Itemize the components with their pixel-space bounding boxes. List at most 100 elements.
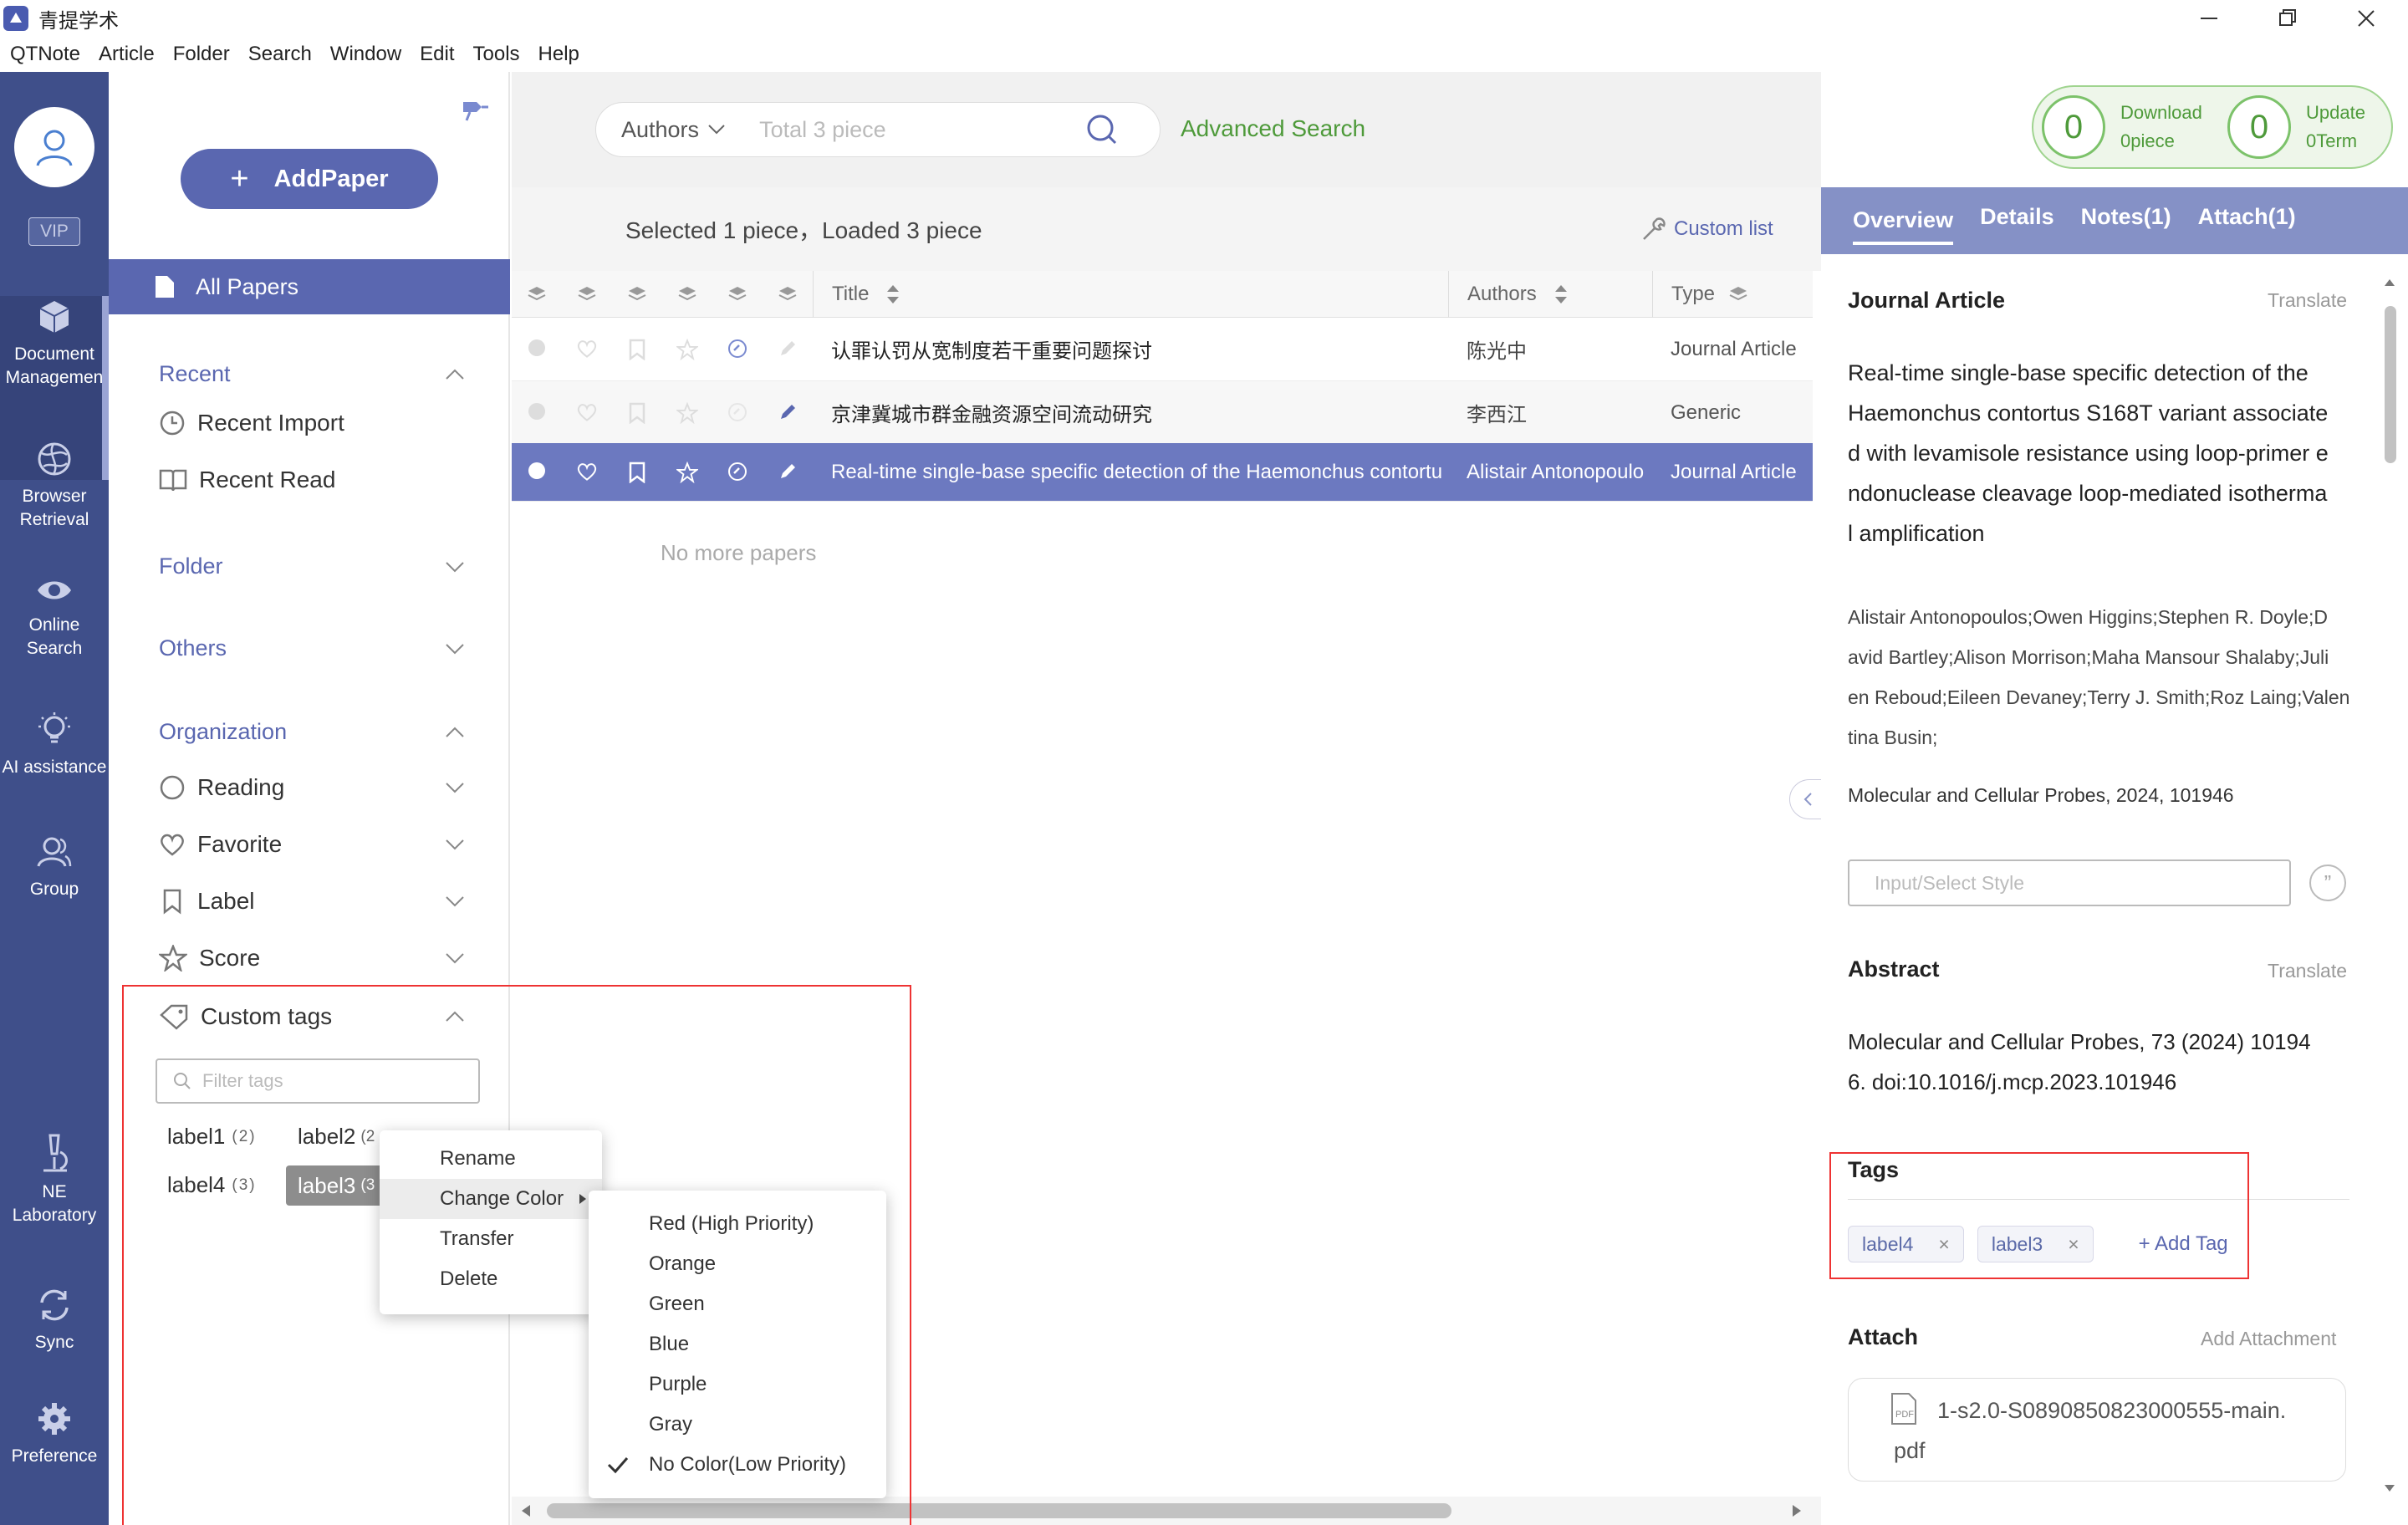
menu-edit[interactable]: Edit [420,43,454,66]
table-row[interactable]: 认罪认罚从宽制度若干重要问题探讨 陈光中 Journal Article [512,318,1813,381]
section-folder[interactable]: Folder [159,553,510,579]
heart-icon[interactable] [562,462,612,483]
reading-dot-icon[interactable] [512,462,562,483]
layers-icon[interactable] [512,285,562,303]
column-type[interactable]: Type [1652,270,1813,318]
rail-label: Browser [22,487,87,506]
heart-icon[interactable] [562,339,612,360]
scroll-right-icon[interactable] [1791,1503,1803,1518]
search-input[interactable]: Total 3 piece [759,117,1085,143]
rail-preference[interactable]: Preference [0,1400,109,1468]
attachment-item[interactable]: PDF 1-s2.0-S0890850823000555-main. pdf [1848,1378,2346,1482]
highlight-box-tags [1829,1152,2249,1279]
tab-attach[interactable]: Attach(1) [2198,204,2296,238]
layers-icon[interactable] [612,285,662,303]
search-field-select[interactable]: Authors [621,117,699,143]
scroll-down-icon[interactable] [2383,1483,2396,1493]
sidebar-item-score[interactable]: Score [159,945,510,972]
bookmark-icon[interactable] [612,339,662,360]
rail-online-search[interactable]: Online Search [0,574,109,660]
pin-icon[interactable] [458,95,492,124]
eye-icon [38,581,71,599]
scroll-up-icon[interactable] [2383,278,2396,288]
attachment-icon[interactable] [712,339,763,360]
highlight-box-custom-tags [122,985,911,1525]
section-label: Others [159,635,227,660]
advanced-search-link[interactable]: Advanced Search [1181,115,1365,142]
translate-abstract-link[interactable]: Translate [2268,960,2347,982]
add-attachment-link[interactable]: Add Attachment [2201,1328,2336,1350]
menu-window[interactable]: Window [330,43,401,66]
menu-search[interactable]: Search [248,43,312,66]
rail-ne-laboratory[interactable]: NE Laboratory [0,1132,109,1227]
sidebar-item-recent-read[interactable]: Recent Read [159,467,335,493]
bookmark-icon[interactable] [612,462,662,483]
layers-icon[interactable] [562,285,612,303]
abstract-heading: Abstract [1848,956,1940,982]
pencil-icon[interactable] [763,402,813,424]
column-authors[interactable]: Authors [1448,270,1652,318]
section-others[interactable]: Others [159,635,510,661]
menu-qtnote[interactable]: QTNote [10,43,80,66]
tab-details[interactable]: Details [1980,204,2054,238]
pencil-icon[interactable] [763,339,813,360]
menu-tools[interactable]: Tools [473,43,520,66]
table-row[interactable]: 京津冀城市群金融资源空间流动研究 李西江 Generic [512,381,1813,445]
column-title-label: Title [832,282,870,305]
add-paper-button[interactable]: + AddPaper [181,149,438,209]
sidebar-item-recent-import[interactable]: Recent Import [159,410,344,436]
close-icon[interactable] [2356,8,2376,28]
quote-icon[interactable]: ” [2309,865,2346,901]
menu-article[interactable]: Article [99,43,155,66]
custom-list-button[interactable]: Custom list [1640,216,1773,242]
heart-icon[interactable] [562,402,612,424]
document-icon [156,276,174,298]
sync-icon [40,1289,69,1321]
rail-sync[interactable]: Sync [0,1286,109,1354]
avatar[interactable] [14,107,94,187]
rail-ai-assistance[interactable]: AI assistance [0,711,109,779]
section-label: Recent [159,361,231,386]
attachment-icon[interactable] [712,402,763,424]
sidebar-item-reading[interactable]: Reading [159,774,510,801]
section-organization[interactable]: Organization [159,719,510,745]
column-title[interactable]: Title [813,270,1448,318]
rail-document-management[interactable]: Document Managemen [0,298,109,390]
update-counter[interactable]: 0 Update 0Term [2227,95,2365,159]
star-icon[interactable] [662,401,712,424]
chevron-down-icon[interactable] [707,124,726,135]
attachment-name: 1-s2.0-S0890850823000555-main. pdf [1894,1390,2286,1471]
reading-dot-icon[interactable] [512,402,562,424]
download-counter[interactable]: 0 Download 0piece [2042,95,2202,159]
rail-browser-retrieval[interactable]: Browser Retrieval [0,440,109,532]
download-sub: 0piece [2120,130,2175,151]
sidebar-item-label[interactable]: Label [159,888,510,915]
bookmark-icon[interactable] [612,402,662,424]
star-icon[interactable] [662,461,712,483]
translate-title-link[interactable]: Translate [2268,289,2347,312]
table-row-selected[interactable]: Real-time single-base specific detection… [512,443,1813,502]
menu-folder[interactable]: Folder [173,43,230,66]
tab-notes[interactable]: Notes(1) [2081,204,2171,238]
rail-label: Managemen [5,368,104,387]
layers-icon[interactable] [763,285,813,303]
search-icon[interactable] [1085,113,1119,146]
rail-group[interactable]: Group [0,833,109,901]
section-recent[interactable]: Recent [159,361,510,387]
pencil-icon[interactable] [763,462,813,483]
sidebar-item-all-papers[interactable]: All Papers [109,259,510,314]
sidebar-item-favorite[interactable]: Favorite [159,831,510,858]
minimize-icon[interactable] [2199,8,2219,28]
vertical-scroll-thumb[interactable] [2385,306,2396,463]
attachment-icon[interactable] [712,462,763,483]
restore-icon[interactable] [2278,8,2298,28]
author-line: tina Busin; [1848,727,1938,748]
row-author: 陈光中 [1467,340,1527,363]
reading-dot-icon[interactable] [512,339,562,360]
citation-style-input[interactable]: Input/Select Style [1848,859,2291,906]
layers-icon[interactable] [712,285,763,303]
tab-overview[interactable]: Overview [1853,197,1954,245]
star-icon[interactable] [662,338,712,360]
menu-help[interactable]: Help [538,43,579,66]
layers-icon[interactable] [662,285,712,303]
